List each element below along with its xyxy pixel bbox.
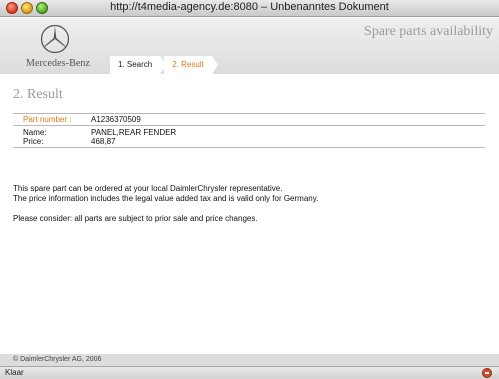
price-value: 468,87 (91, 137, 116, 146)
tax-info-text: The price information includes the legal… (13, 194, 319, 203)
divider (13, 113, 485, 114)
window-title: http://t4media-agency.de:8080 – Unbenann… (110, 1, 389, 13)
site-header: Mercedes-Benz Spare parts availability 1… (0, 18, 499, 74)
tab-search[interactable]: 1. Search (110, 56, 167, 74)
divider (13, 125, 485, 126)
step-tabs: 1. Search 2. Result (110, 56, 218, 74)
copyright-text: © DaimlerChrysler AG, 2006 (13, 356, 102, 363)
order-info-text: This spare part can be ordered at your l… (13, 184, 283, 193)
part-number-label: Part number : (23, 115, 72, 124)
browser-statusbar: Klaar (0, 366, 499, 379)
status-text: Klaar (5, 368, 24, 377)
mercedes-star-icon (40, 24, 70, 54)
brand-logo-text: Mercedes-Benz (26, 58, 91, 69)
disclaimer-text: Please consider: all parts are subject t… (13, 214, 258, 223)
window-titlebar: http://t4media-agency.de:8080 – Unbenann… (0, 0, 499, 17)
divider (13, 147, 485, 148)
page-title: 2. Result (13, 87, 63, 102)
part-number-value: A1236370509 (91, 115, 141, 124)
name-label: Name: (23, 128, 47, 137)
price-label: Price: (23, 137, 44, 146)
status-indicator-icon[interactable] (482, 368, 492, 378)
app-title: Spare parts availability (363, 24, 493, 39)
main-content: 2. Result Part number : A1236370509 Name… (0, 74, 499, 354)
page-footer: © DaimlerChrysler AG, 2006 (0, 354, 499, 366)
name-value: PANEL,REAR FENDER (91, 128, 177, 137)
tab-result[interactable]: 2. Result (164, 56, 218, 74)
